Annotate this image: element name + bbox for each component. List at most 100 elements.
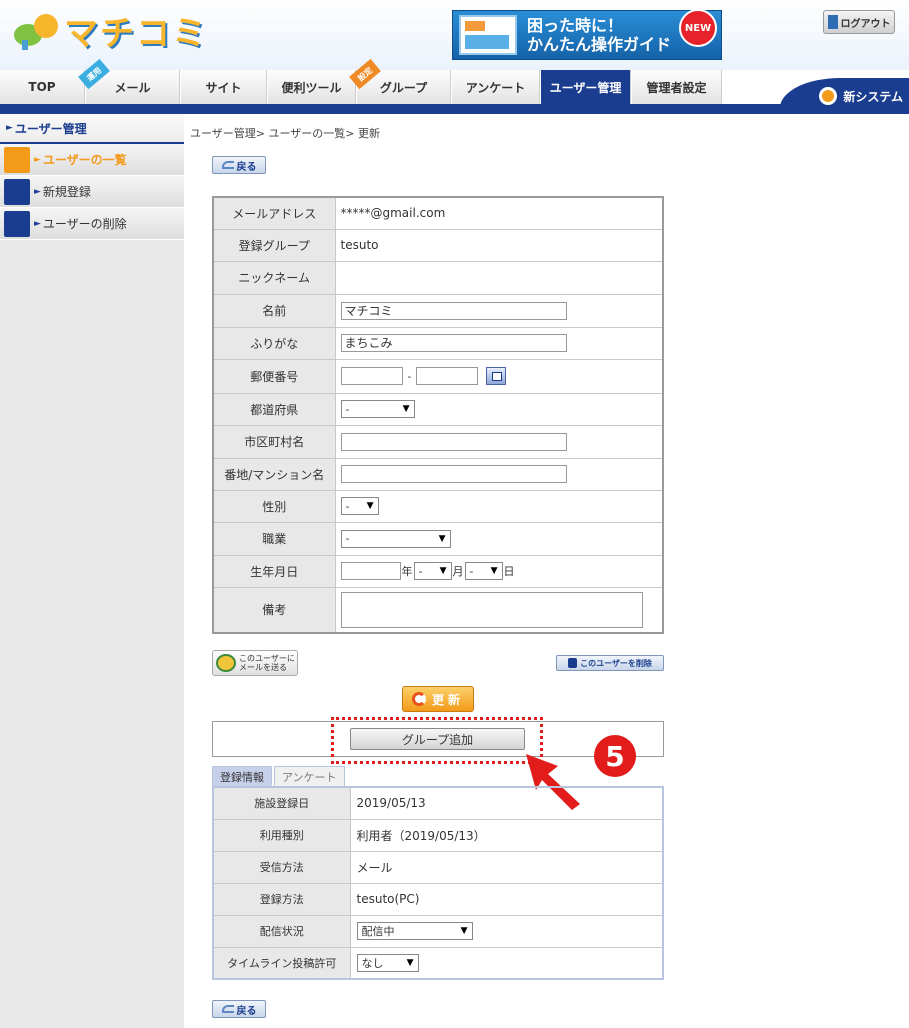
address-label: 番地/マンション名	[212, 457, 336, 491]
dropdown-arrow-icon: ▼	[438, 533, 446, 544]
registration-info-table: 施設登録日 2019/05/13 利用種別 利用者（2019/05/13） 受信…	[212, 786, 664, 980]
user-edit-form: メールアドレス *****@gmail.com 登録グループ tesuto ニッ…	[212, 196, 664, 634]
birth-year-input[interactable]	[340, 562, 401, 580]
back-arrow-icon	[221, 1005, 234, 1013]
logo-text: マチコミ	[64, 14, 208, 54]
banner-line1: 困った時に！	[527, 16, 624, 35]
new-badge: NEW	[679, 9, 717, 47]
zip-lookup-icon[interactable]	[485, 367, 506, 385]
back-button-top[interactable]: 戻る	[212, 156, 266, 174]
zip-input-2[interactable]	[416, 367, 479, 385]
dropdown-arrow-icon: ▼	[439, 566, 447, 576]
usage-value: 利用者（2019/05/13）	[349, 818, 664, 852]
step-number-badge: 5	[594, 735, 636, 777]
usage-label: 利用種別	[212, 818, 351, 852]
gender-label: 性別	[212, 489, 336, 523]
trash-icon	[568, 658, 578, 668]
gear-icon	[819, 87, 838, 105]
job-select[interactable]: - ▼	[340, 529, 451, 548]
year-unit: 年	[401, 565, 413, 578]
timeline-label: タイムライン投稿許可	[212, 946, 351, 980]
method-label: 登録方法	[212, 882, 351, 916]
highlight-box	[331, 717, 543, 764]
sidebar-item-delete-user[interactable]: ► ユーザーの削除	[0, 208, 184, 240]
city-label: 市区町村名	[212, 424, 336, 459]
group-value: tesuto	[334, 228, 664, 262]
tab-mail[interactable]: 運用 メール	[78, 58, 180, 104]
main-nav: TOP 運用 メール サイト 便利ツール 設定 グループ アンケート ユーザー管理 …	[0, 58, 909, 114]
zip-separator: -	[407, 369, 412, 383]
dropdown-arrow-icon: ▼	[460, 926, 468, 936]
guide-banner[interactable]: 困った時に！ かんたん操作ガイド NEW	[452, 9, 722, 60]
tab-user-management[interactable]: ユーザー管理	[541, 70, 631, 104]
trash-icon	[4, 210, 30, 237]
sidebar-item-new-registration[interactable]: ► 新規登録	[0, 176, 184, 208]
name-label: 名前	[212, 293, 336, 328]
dropdown-arrow-icon: ▼	[402, 404, 410, 414]
prefecture-label: 都道府県	[212, 392, 336, 426]
breadcrumb: ユーザー管理> ユーザーの一覧> 更新	[190, 127, 380, 140]
logo-mark-icon	[14, 10, 60, 52]
nickname-value	[334, 260, 664, 295]
tab-admin-settings[interactable]: 管理者設定	[632, 70, 722, 104]
prefecture-select[interactable]: - ▼	[340, 400, 415, 418]
email-value: *****@gmail.com	[334, 196, 664, 230]
send-mail-button[interactable]: このユーザーに メールを送る	[212, 650, 298, 676]
add-user-icon	[4, 178, 30, 205]
tab-survey-info[interactable]: アンケート	[274, 766, 345, 786]
name-input[interactable]: マチコミ	[340, 301, 567, 320]
delivery-select[interactable]: 配信中 ▼	[356, 922, 473, 940]
email-label: メールアドレス	[212, 196, 336, 230]
header: マチコミ 困った時に！ かんたん操作ガイド NEW ログアウト	[0, 0, 909, 70]
mail-user-icon	[216, 654, 236, 672]
note-textarea[interactable]	[340, 591, 643, 628]
logout-button[interactable]: ログアウト	[823, 10, 895, 34]
screen-icon	[459, 15, 517, 55]
day-unit: 日	[503, 565, 515, 578]
reg-date-value: 2019/05/13	[349, 786, 664, 820]
tab-tools[interactable]: 便利ツール	[268, 70, 356, 104]
delivery-label: 配信状況	[212, 914, 351, 948]
tab-survey[interactable]: アンケート	[452, 70, 540, 104]
refresh-icon	[411, 692, 426, 706]
list-icon	[4, 146, 30, 173]
new-system-link[interactable]: 新システム	[780, 78, 909, 114]
kana-label: ふりがな	[212, 326, 336, 360]
tab-site[interactable]: サイト	[181, 70, 267, 104]
info-tabs: 登録情報 アンケート	[212, 766, 347, 786]
method-value: tesuto(PC)	[349, 882, 664, 916]
receive-label: 受信方法	[212, 850, 351, 884]
banner-line2: かんたん操作ガイド	[527, 35, 672, 54]
receive-value: メール	[349, 850, 664, 884]
dropdown-arrow-icon: ▼	[406, 957, 414, 968]
zip-input-1[interactable]	[340, 367, 403, 385]
sidebar: ► ユーザー管理 ► ユーザーの一覧 ► 新規登録 ► ユーザーの削除	[0, 114, 184, 1028]
job-label: 職業	[212, 521, 336, 556]
door-icon	[827, 15, 838, 29]
city-input[interactable]	[340, 432, 567, 451]
gender-select[interactable]: - ▼	[340, 497, 379, 515]
dropdown-arrow-icon: ▼	[366, 501, 374, 511]
new-system-label: 新システム	[843, 89, 903, 104]
delete-user-button[interactable]: このユーザーを削除	[556, 655, 664, 671]
tab-registration-info[interactable]: 登録情報	[212, 766, 272, 786]
dropdown-arrow-icon: ▼	[490, 566, 498, 576]
birth-month-select[interactable]: - ▼	[413, 562, 452, 580]
kana-input[interactable]: まちこみ	[340, 334, 567, 352]
birth-day-select[interactable]: - ▼	[464, 562, 503, 580]
group-label: 登録グループ	[212, 228, 336, 262]
back-button-bottom[interactable]: 戻る	[212, 1000, 266, 1018]
nickname-label: ニックネーム	[212, 260, 336, 295]
zip-label: 郵便番号	[212, 358, 336, 394]
note-label: 備考	[212, 586, 336, 634]
sidebar-title: ► ユーザー管理	[0, 114, 184, 144]
logo[interactable]: マチコミ	[14, 6, 208, 55]
timeline-select[interactable]: なし ▼	[356, 953, 419, 972]
sidebar-item-user-list[interactable]: ► ユーザーの一覧	[0, 144, 184, 176]
address-input[interactable]	[340, 465, 567, 483]
tab-group[interactable]: 設定 グループ	[349, 58, 451, 104]
tab-top[interactable]: TOP	[0, 70, 85, 104]
back-arrow-icon	[221, 161, 234, 169]
logout-label: ログアウト	[840, 18, 891, 30]
update-button[interactable]: 更新	[402, 686, 474, 712]
